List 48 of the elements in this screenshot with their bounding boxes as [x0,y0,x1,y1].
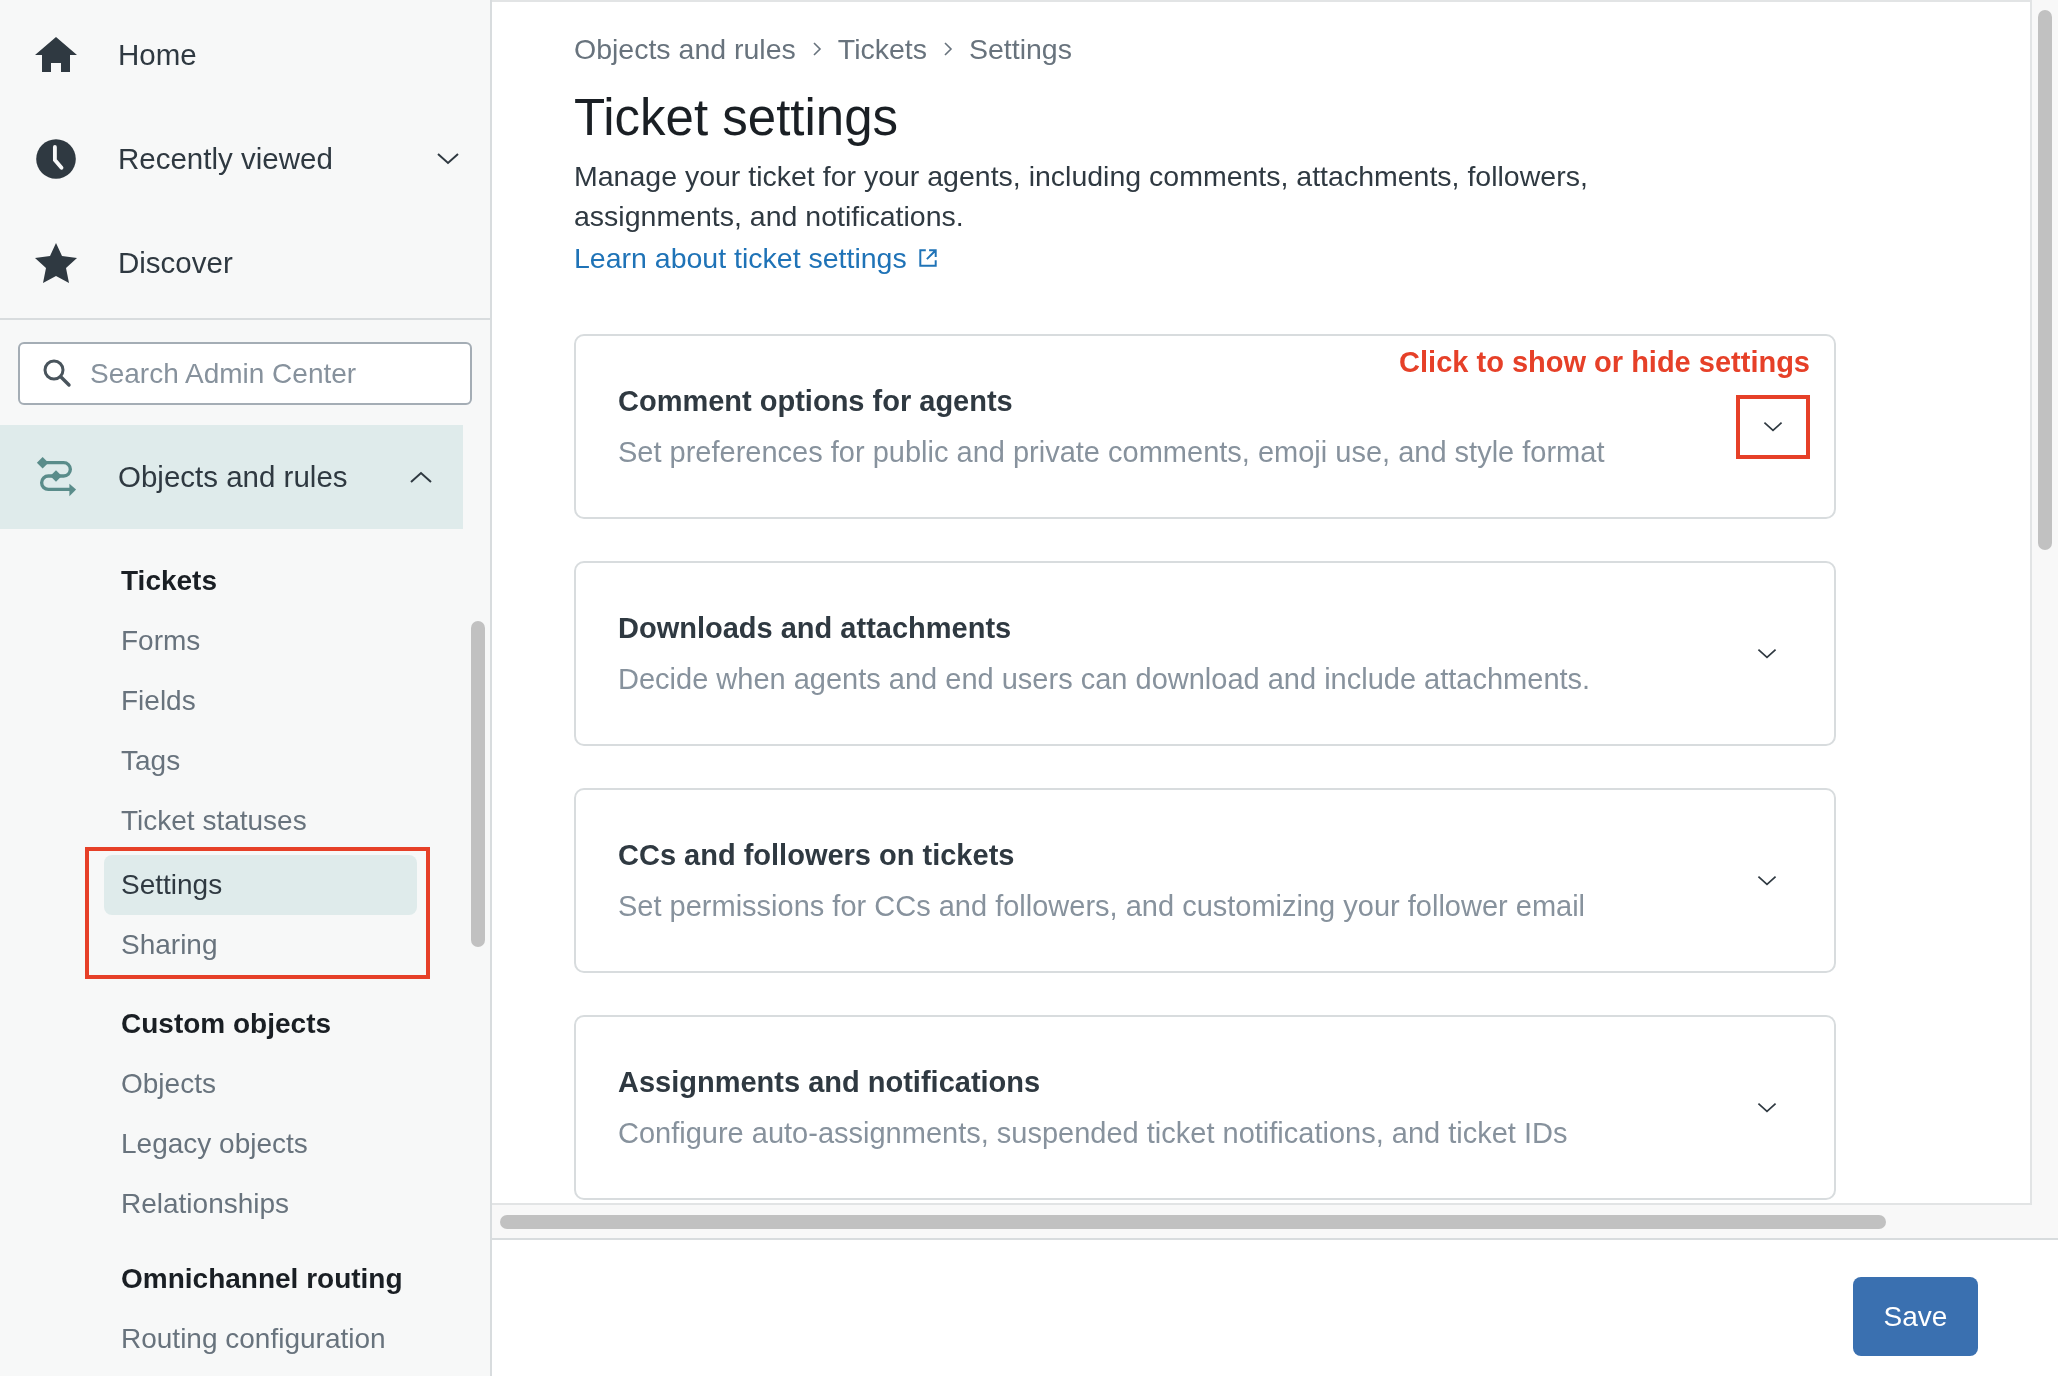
page-description: Manage your ticket for your agents, including comments, attachments, followers, assignments, and notifications. [574,159,1589,234]
card-description: Configure auto-assignments, suspended ticket notifications, and ticket IDs [618,1116,1569,1150]
card-description: Set permissions for CCs and followers, and customizing your follower email [618,889,1587,923]
search-field[interactable]: Search Admin Center [18,342,472,405]
sidebar-item[interactable]: Routing configuration [0,1309,463,1369]
scrollbar-thumb[interactable] [500,1215,1886,1229]
card-title: Assignments and notifications [618,1065,1042,1099]
save-button[interactable]: Save [1853,1277,1978,1356]
nav-section[interactable]: Objects and rules [0,425,463,529]
breadcrumb-link[interactable]: Settings [969,32,1072,66]
card-title: Downloads and attachments [618,611,1013,645]
external-link-icon [916,247,939,269]
star-icon [34,241,78,285]
sidebar-item[interactable]: Objects [0,1054,463,1114]
sidebar-item[interactable]: Forms [0,611,463,671]
group-heading: Tickets [120,564,218,598]
card-title: CCs and followers on tickets [618,838,1016,872]
sidebar-item[interactable]: Settings [104,855,417,915]
breadcrumb-link[interactable]: Objects and rules [574,32,796,66]
flow-icon [34,455,78,499]
nav-item[interactable]: Discover [0,211,490,315]
group-heading: Omnichannel routing [120,1262,404,1296]
chevron-down-icon[interactable] [1756,1101,1778,1114]
sidebar-item[interactable]: Relationships [0,1174,463,1234]
sidebar-item[interactable]: Ticket statuses [0,791,463,851]
clock-icon [34,137,78,181]
scrollbar-thumb[interactable] [2038,10,2052,550]
chevron-right-icon [811,41,822,57]
chevron-down-icon[interactable] [1756,647,1778,660]
chevron-right-icon [943,41,953,57]
page-title: Ticket settings [574,88,900,148]
sidebar-item[interactable]: Sharing [104,915,417,975]
search-icon [42,358,72,388]
annotation-text: Click to show or hide settings [1399,346,1810,379]
card-title: Comment options for agents [618,384,1014,418]
nav-item[interactable]: Home [0,3,490,107]
nav-item[interactable]: Recently viewed [0,107,490,211]
card-description: Set preferences for public and private comments, emoji use, and style format [618,435,1606,469]
sidebar-item[interactable]: Fields [0,671,463,731]
sidebar-item[interactable]: Tags [0,731,463,791]
chevron-down-icon[interactable] [1762,420,1784,433]
chevron-down-icon[interactable] [1756,874,1778,887]
sidebar-item[interactable]: Legacy objects [0,1114,463,1174]
card-description: Decide when agents and end users can download and include attachments. [618,662,1592,696]
learn-link[interactable]: Learn about ticket settings [574,238,939,278]
group-heading: Custom objects [120,1007,333,1041]
scrollbar-thumb[interactable] [471,621,485,947]
breadcrumb-link[interactable]: Tickets [837,32,927,66]
